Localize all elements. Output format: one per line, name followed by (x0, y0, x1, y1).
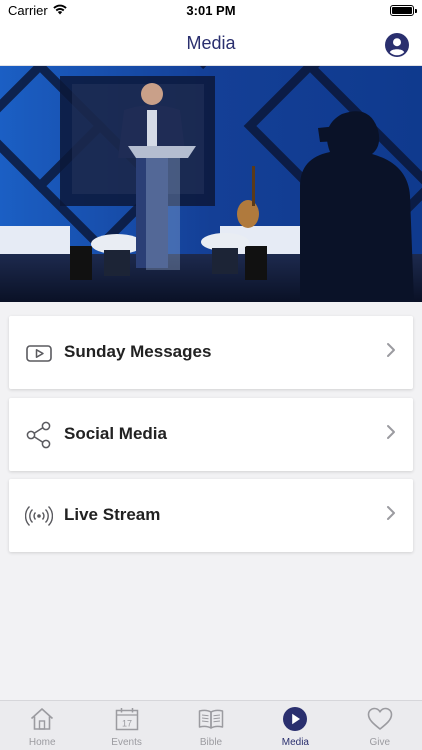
calendar-icon: 17 (115, 708, 138, 731)
book-icon (198, 709, 224, 729)
menu-item-label: Social Media (64, 424, 167, 443)
calendar-date-number: 17 (122, 719, 132, 729)
menu-item-social-media[interactable]: Social Media (9, 398, 413, 471)
menu-item-label: Live Stream (64, 505, 161, 524)
heart-icon (367, 707, 393, 730)
menu-item-label: Sunday Messages (64, 342, 212, 361)
clock-time: 3:01 PM (186, 3, 236, 18)
broadcast-icon (25, 506, 53, 526)
tab-label: Events (111, 737, 142, 748)
play-circle-icon (283, 707, 308, 731)
user-profile-icon[interactable] (385, 33, 409, 57)
hero-sermon-photo (0, 66, 422, 302)
tab-label: Media (281, 737, 309, 748)
tab-label: Give (369, 737, 391, 748)
tab-bible[interactable]: Bible (169, 701, 253, 750)
play-video-icon (26, 345, 52, 362)
tab-label: Home (28, 737, 56, 748)
chevron-right-icon (387, 506, 395, 520)
home-icon (31, 708, 54, 730)
tab-media[interactable]: Media (253, 701, 337, 750)
menu-item-live-stream[interactable]: Live Stream (9, 479, 413, 552)
sermon-stage-illustration (0, 66, 422, 302)
tab-home[interactable]: Home (0, 701, 84, 750)
chevron-right-icon (387, 343, 395, 357)
tab-give[interactable]: Give (338, 701, 422, 750)
tab-label: Bible (199, 737, 223, 748)
menu-item-sunday-messages[interactable]: Sunday Messages (9, 316, 413, 389)
share-icon (26, 421, 51, 449)
tab-bar: Home 17 Events Bible Media Give (0, 700, 422, 750)
status-bar: Carrier 3:01 PM (0, 0, 422, 22)
tab-events[interactable]: 17 Events (84, 701, 168, 750)
navigation-bar: Media (0, 22, 422, 66)
page-title: Media (186, 33, 236, 53)
chevron-right-icon (387, 425, 395, 439)
battery-icon (390, 5, 417, 16)
